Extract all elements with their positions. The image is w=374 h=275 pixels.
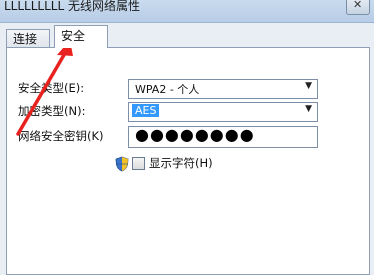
show-characters-checkbox[interactable] (132, 157, 145, 170)
encryption-type-value: AES (132, 104, 160, 117)
close-icon: ✕ (353, 0, 363, 11)
chevron-down-icon: ▼ (305, 104, 312, 114)
security-type-select[interactable]: WPA2 - 个人 ▼ (128, 79, 318, 99)
uac-shield-icon (115, 156, 129, 172)
security-type-value: WPA2 - 个人 (135, 83, 200, 96)
tab-security[interactable]: 安全 (54, 25, 108, 48)
chevron-down-icon: ▼ (305, 81, 312, 91)
show-characters-label: 显示字符(H) (149, 156, 213, 170)
tab-connection[interactable]: 连接 (6, 29, 50, 48)
network-key-value: ●●●●●●●● (135, 125, 255, 144)
close-button[interactable]: ✕ (346, 0, 370, 15)
window-title: LLLLLLLLL 无线网络属性 (4, 0, 140, 13)
encryption-type-label: 加密类型(N): (18, 104, 86, 118)
security-type-label: 安全类型(E): (18, 81, 85, 95)
title-bar: LLLLLLLLL 无线网络属性 ✕ (0, 0, 374, 23)
network-key-label: 网络安全密钥(K) (18, 129, 104, 143)
encryption-type-select[interactable]: AES ▼ (128, 102, 318, 122)
network-key-field[interactable]: ●●●●●●●● (128, 125, 318, 148)
